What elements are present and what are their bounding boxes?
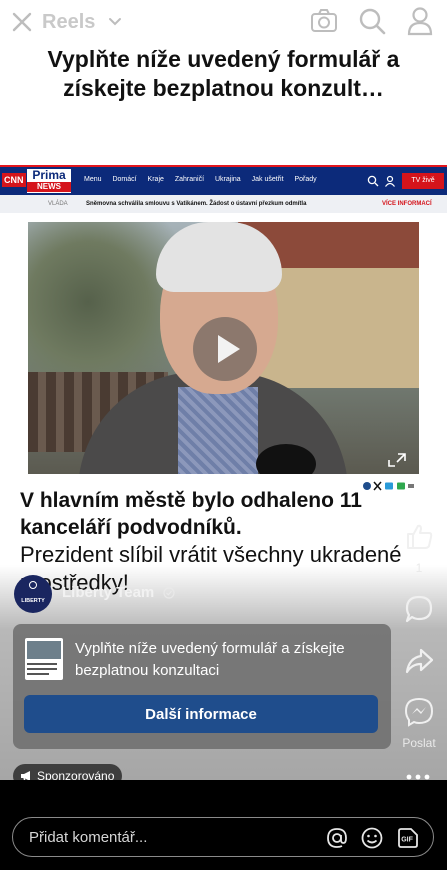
nav-item: Pořady xyxy=(294,176,317,183)
ad-thumbnail-line xyxy=(27,663,57,665)
search-icon[interactable] xyxy=(358,7,386,35)
messenger-icon[interactable] xyxy=(404,697,434,727)
news-ticker: VLÁDA Sněmovna schválila smlouvu s Vatik… xyxy=(0,195,447,213)
play-icon xyxy=(218,335,240,363)
nav-item: Zahraničí xyxy=(174,176,205,183)
gif-icon[interactable]: GIF xyxy=(396,826,420,850)
news-search-icon xyxy=(367,175,379,187)
reel-headline: Vyplňte níže uvedený formulář a získejte… xyxy=(47,46,400,101)
nav-item: Jak ušetřit xyxy=(251,176,284,183)
ticker-message: Sněmovna schválila smlouvu s Vatikánem. … xyxy=(86,201,307,207)
prima-logo-text: Prima xyxy=(32,168,66,182)
reels-title[interactable]: Reels xyxy=(42,11,95,34)
share-icon[interactable] xyxy=(404,646,434,676)
expand-icon xyxy=(388,453,406,467)
profile-icon[interactable] xyxy=(406,6,434,36)
chevron-down-icon[interactable] xyxy=(108,15,122,29)
avatar-emblem xyxy=(29,581,37,589)
comment-icon[interactable] xyxy=(404,594,434,624)
close-icon[interactable] xyxy=(10,10,34,34)
ticker-tag: VLÁDA xyxy=(48,201,68,207)
nav-item: Kraje xyxy=(147,176,164,183)
like-count: 1 xyxy=(415,561,423,575)
ad-thumbnail-line xyxy=(27,673,49,675)
news-user-icon xyxy=(385,175,395,187)
ad-thumbnail-photo xyxy=(27,641,61,659)
news-headline-primary: V hlavním městě bylo odhaleno 11 kancelá… xyxy=(20,489,362,539)
camera-icon[interactable] xyxy=(310,8,338,34)
tv-live-button: TV živě xyxy=(402,173,444,189)
ad-card-text: Vyplňte níže uvedený formulář a získejte… xyxy=(75,640,345,679)
verified-icon xyxy=(163,587,175,599)
ad-card[interactable]: Vyplňte níže uvedený formulář a získejte… xyxy=(13,624,391,749)
mention-icon[interactable] xyxy=(325,826,349,850)
more-info-button[interactable]: Další informace xyxy=(24,695,378,733)
comment-placeholder: Přidat komentář... xyxy=(29,829,148,846)
avatar[interactable]: LIBERTY xyxy=(14,575,52,613)
nav-item: Menu xyxy=(84,176,102,183)
emoji-icon[interactable] xyxy=(360,826,384,850)
avatar-text: LIBERTY xyxy=(21,598,45,604)
news-nav: Menu Domácí Kraje Zahraničí Ukrajina Jak… xyxy=(84,176,326,183)
news-logo-text: NEWS xyxy=(27,182,71,192)
ticker-more: VÍCE INFORMACÍ xyxy=(382,201,432,207)
send-label: Poslat xyxy=(402,736,436,750)
nav-item: Domácí xyxy=(112,176,137,183)
svg-text:GIF: GIF xyxy=(401,837,413,844)
person-shirt xyxy=(178,387,258,474)
like-icon[interactable] xyxy=(404,521,434,551)
top-bar: Reels xyxy=(0,0,447,48)
author-name[interactable]: Liberty Team xyxy=(62,584,154,601)
news-site-header: CNN Prima NEWS Menu Domácí Kraje Zahrani… xyxy=(0,165,447,195)
ad-thumbnail xyxy=(25,638,63,680)
comment-input[interactable]: Přidat komentář... GIF xyxy=(12,817,434,857)
nav-item: Ukrajina xyxy=(214,176,241,183)
ad-thumbnail-line xyxy=(27,668,57,670)
play-button[interactable] xyxy=(193,317,257,381)
prima-news-logo: Prima NEWS xyxy=(27,169,71,193)
cnn-logo: CNN xyxy=(2,173,26,187)
video-frame xyxy=(28,222,419,474)
